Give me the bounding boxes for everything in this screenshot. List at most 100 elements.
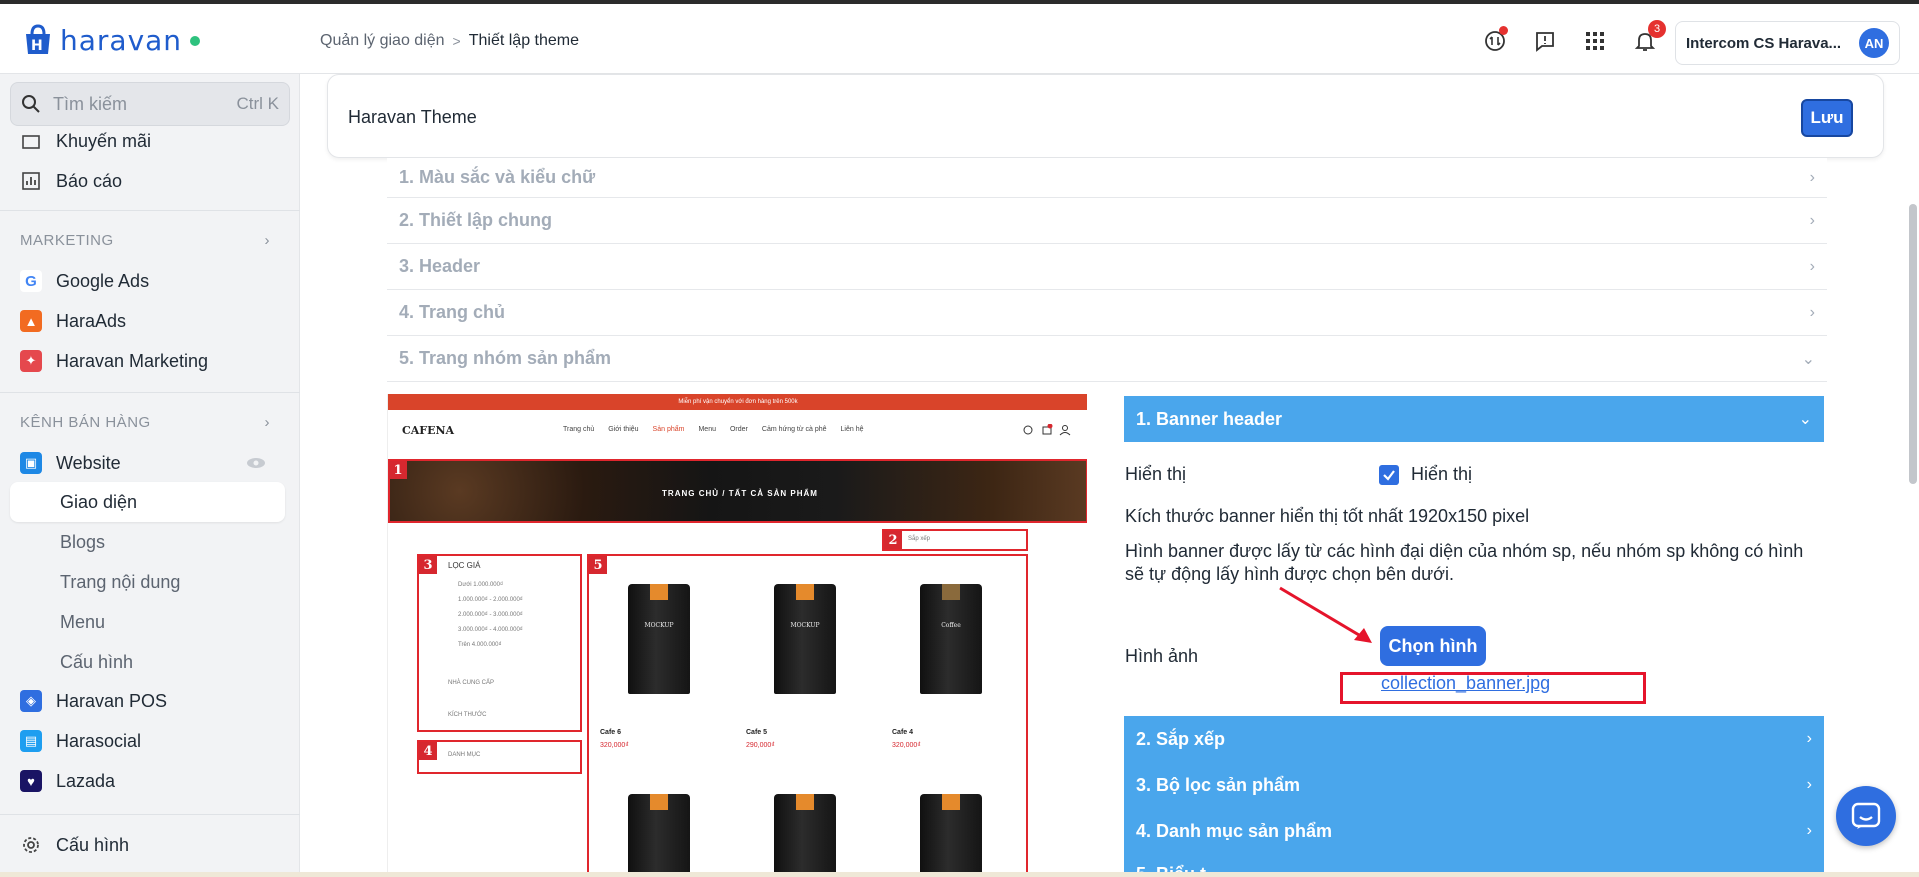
save-button[interactable]: Lưu — [1801, 99, 1853, 137]
preview-product — [920, 794, 982, 877]
preview-number: 2 — [884, 531, 902, 549]
sidebar-item-website[interactable]: ▣ Website — [20, 452, 121, 474]
preview-product-name: Cafe 6 — [600, 729, 622, 736]
apps-grid-icon[interactable] — [1580, 26, 1610, 56]
sidebar-item-harasocial[interactable]: ▤ Harasocial — [20, 730, 141, 752]
preview-price-option: Dưới 1.000.000₫ — [458, 582, 504, 588]
sidebar-item-label: Báo cáo — [56, 170, 123, 191]
preview-product-price: 290,000₫ — [746, 742, 775, 749]
sidebar-item-google-ads[interactable]: G Google Ads — [20, 270, 149, 292]
theme-title: Haravan Theme — [348, 107, 477, 127]
sidebar-item-menu[interactable]: Menu — [60, 612, 105, 633]
status-dot — [190, 36, 201, 46]
preview-menu-item: Sản phẩm — [652, 426, 685, 433]
accordion-general[interactable]: 2. Thiết lập chung › — [387, 198, 1827, 244]
display-checkbox[interactable] — [1379, 465, 1399, 485]
active-indicator — [10, 482, 285, 522]
sidebar-item-blogs[interactable]: Blogs — [60, 532, 105, 553]
chat-icon — [1851, 802, 1881, 829]
chat-launcher-button[interactable] — [1836, 786, 1896, 846]
accordion-label: 5. Trang nhóm sản phẩm — [399, 348, 612, 368]
preview-filter-title: LỌC GIÁ — [448, 561, 481, 570]
accordion-home[interactable]: 4. Trang chủ › — [387, 290, 1827, 336]
section-label: 3. Bộ lọc sản phẩm — [1136, 774, 1301, 795]
preview-product: MOCKUP — [774, 584, 836, 694]
brand-name: haravan — [60, 23, 183, 57]
haravan-logo[interactable]: H haravan — [20, 22, 201, 58]
sidebar-item-website-settings[interactable]: Cấu hình — [60, 652, 133, 673]
display-checkbox-label: Hiển thị — [1411, 464, 1473, 484]
preview-menu-item: Liên hệ — [840, 426, 864, 433]
feedback-icon[interactable] — [1530, 26, 1560, 56]
accordion-label: 4. Trang chủ — [399, 302, 506, 322]
section-marketing[interactable]: MARKETING › — [20, 232, 270, 249]
preview-logo: CAFENA — [402, 424, 455, 437]
sidebar-item-label: Haravan Marketing — [56, 350, 209, 371]
preview-hero-text: TRANG CHỦ / TẤT CẢ SẢN PHẨM — [662, 489, 818, 498]
section-product-filter[interactable]: 3. Bộ lọc sản phẩm › — [1124, 762, 1824, 808]
preview-menu-item: Menu — [698, 426, 716, 433]
gear-icon — [20, 834, 42, 856]
section-banner-header[interactable]: 1. Banner header ⌄ — [1124, 396, 1824, 442]
accordion-label: 2. Thiết lập chung — [399, 210, 553, 230]
divider — [0, 392, 300, 393]
breadcrumb-parent[interactable]: Quản lý giao diện — [320, 32, 445, 50]
accordion-colors-fonts[interactable]: 1. Màu sắc và kiểu chữ › — [387, 158, 1827, 198]
sidebar-item-promotions[interactable]: Khuyến mãi — [20, 130, 151, 152]
notification-badge: 3 — [1648, 20, 1666, 38]
accordion-label: 3. Header — [399, 256, 481, 276]
breadcrumb: Quản lý giao diện > Thiết lập theme — [320, 32, 579, 50]
display-label: Hiển thị — [1125, 464, 1187, 484]
preview-menu-item: Cảm hứng từ cà phê — [761, 426, 827, 433]
chevron-right-icon: › — [1809, 303, 1815, 321]
chevron-right-icon: › — [1809, 211, 1815, 229]
sidebar-item-pages[interactable]: Trang nội dung — [60, 572, 180, 593]
account-switcher[interactable]: Intercom CS Harava... AN — [1675, 21, 1900, 65]
website-icon: ▣ — [20, 452, 42, 474]
chevron-down-icon: ⌄ — [1798, 411, 1812, 428]
preview-number: 1 — [389, 461, 407, 479]
sidebar-item-haraads[interactable]: ▲ HaraAds — [20, 310, 126, 332]
chevron-right-icon: › — [1806, 822, 1812, 839]
preview-sort-label: Sắp xếp — [908, 536, 931, 542]
preview-price-option: 1.000.000₫ - 2.000.000₫ — [458, 597, 523, 603]
bell-icon[interactable]: 3 — [1630, 20, 1666, 56]
haraads-icon: ▲ — [20, 310, 42, 332]
report-icon — [20, 170, 42, 192]
sidebar: Tìm kiếm Ctrl K Khuyến mãi Báo cáo MARKE… — [0, 74, 300, 877]
sidebar-item-haravan-marketing[interactable]: ✦ Haravan Marketing — [20, 350, 208, 372]
preview-sort-frame — [882, 529, 1028, 551]
banner-file-link[interactable]: collection_banner.jpg — [1381, 673, 1550, 694]
search-shortcut: Ctrl K — [236, 94, 280, 113]
preview-product: Coffee — [920, 584, 982, 694]
search-icon — [22, 95, 40, 113]
preview-product-price: 320,000₫ — [892, 742, 921, 749]
sidebar-item-settings[interactable]: Cấu hình — [20, 834, 129, 856]
preview-menu-item: Giới thiệu — [608, 426, 639, 433]
eye-icon[interactable] — [246, 457, 266, 469]
accordion-label: 1. Màu sắc và kiểu chữ — [399, 167, 596, 187]
sidebar-item-label: Cấu hình — [56, 834, 130, 855]
lazada-icon: ♥ — [20, 770, 42, 792]
preview-number: 3 — [419, 556, 437, 574]
sidebar-item-themes[interactable]: Giao diện — [60, 492, 137, 513]
sidebar-item-label: HaraAds — [56, 310, 127, 331]
sidebar-item-lazada[interactable]: ♥ Lazada — [20, 770, 115, 792]
preview-product-label: Coffee — [941, 622, 961, 629]
search-placeholder: Tìm kiếm — [53, 93, 127, 114]
sidebar-item-reports[interactable]: Báo cáo — [20, 170, 122, 192]
accordion-collection-page[interactable]: 5. Trang nhóm sản phẩm ⌄ — [387, 336, 1827, 382]
sidebar-item-pos[interactable]: ◈ Haravan POS — [20, 690, 167, 712]
accordion-header[interactable]: 3. Header › — [387, 244, 1827, 290]
bag-logo-icon: H — [20, 22, 56, 58]
chevron-right-icon: › — [1809, 168, 1815, 186]
section-sales-channels[interactable]: KÊNH BÁN HÀNG › — [20, 414, 270, 431]
choose-image-button[interactable]: Chọn hình — [1380, 626, 1486, 666]
sidebar-item-label: Google Ads — [56, 270, 150, 291]
scrollbar[interactable] — [1909, 204, 1917, 484]
search-input[interactable]: Tìm kiếm Ctrl K — [10, 82, 290, 126]
exchange-icon[interactable] — [1480, 26, 1510, 56]
preview-product: MOCKUP — [628, 584, 690, 694]
section-product-category[interactable]: 4. Danh mục sản phẩm › — [1124, 808, 1824, 854]
section-sort[interactable]: 2. Sắp xếp › — [1124, 716, 1824, 762]
